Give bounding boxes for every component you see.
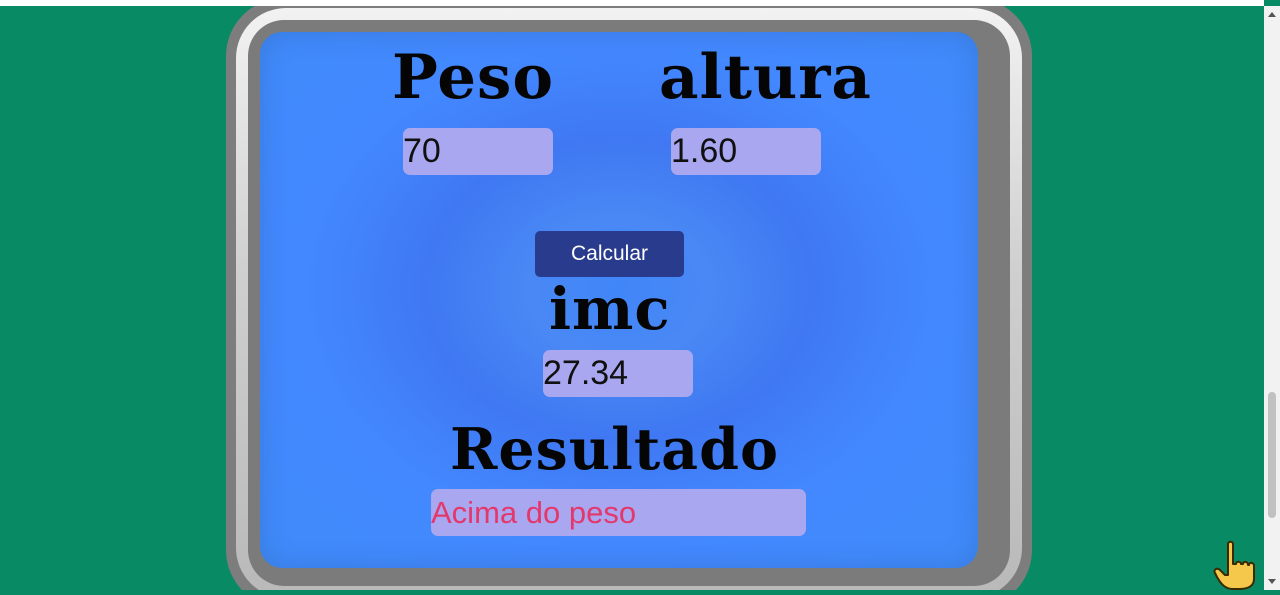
resultado-label: Resultado [450, 416, 779, 483]
calcular-button[interactable]: Calcular [535, 231, 684, 277]
calculator-screen: Peso altura 70 1.60 Calcular imc 27.34 R… [260, 32, 978, 568]
tv-frame: Peso altura 70 1.60 Calcular imc 27.34 R… [226, 6, 1032, 590]
hand-pointer-icon [1213, 540, 1257, 590]
imc-label: imc [549, 275, 671, 343]
peso-label: Peso [392, 42, 555, 113]
scroll-down-arrow-icon[interactable] [1268, 579, 1276, 584]
vertical-scrollbar[interactable] [1264, 6, 1280, 590]
scroll-up-arrow-icon[interactable] [1268, 12, 1276, 17]
imc-output: 27.34 [543, 350, 693, 397]
scrollbar-thumb[interactable] [1268, 392, 1276, 518]
hand-pointer-svg [1213, 540, 1255, 590]
resultado-output: Acima do peso [431, 489, 806, 536]
peso-input[interactable]: 70 [403, 128, 553, 175]
page-viewport: Peso altura 70 1.60 Calcular imc 27.34 R… [0, 6, 1264, 590]
altura-input[interactable]: 1.60 [671, 128, 821, 175]
altura-label: altura [659, 42, 872, 113]
